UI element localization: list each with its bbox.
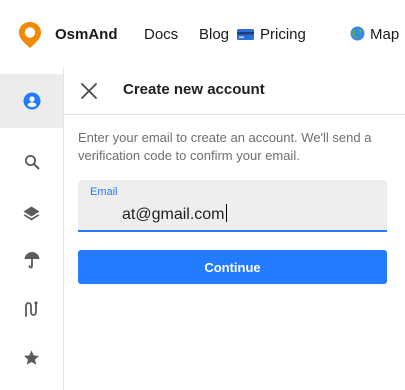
sidebar-item-layers[interactable] xyxy=(0,186,63,240)
osmand-logo-icon[interactable] xyxy=(18,21,42,49)
sidebar-item-search[interactable] xyxy=(0,135,63,189)
nav-link-blog[interactable]: Blog xyxy=(199,26,229,43)
search-icon xyxy=(24,155,39,170)
globe-icon xyxy=(350,26,365,41)
panel-header: Create new account xyxy=(64,68,405,115)
weather-icon xyxy=(24,252,39,269)
continue-button[interactable]: Continue xyxy=(78,250,387,284)
description-text: Enter your email to create an account. W… xyxy=(78,130,372,163)
left-sidebar xyxy=(0,68,64,390)
email-field[interactable]: Email at@gmail.com xyxy=(78,180,387,232)
close-icon[interactable] xyxy=(78,80,100,102)
nav-link-docs[interactable]: Docs xyxy=(144,26,178,43)
email-field-label: Email xyxy=(90,186,118,198)
credit-card-icon xyxy=(237,29,254,40)
text-caret xyxy=(225,204,227,222)
email-value: at@gmail.com xyxy=(122,206,225,223)
favorites-star-icon xyxy=(24,350,39,365)
brand-name[interactable]: OsmAnd xyxy=(55,26,118,43)
create-account-panel: Create new account Enter your email to c… xyxy=(64,68,405,390)
email-input[interactable]: at@gmail.com xyxy=(122,204,227,224)
sidebar-item-route[interactable] xyxy=(0,282,63,336)
nav-link-pricing[interactable]: Pricing xyxy=(237,26,306,43)
nav-link-map[interactable]: Map xyxy=(350,26,399,43)
top-navigation: OsmAnd Docs Blog Pricing Map xyxy=(0,0,405,68)
nav-link-map-label: Map xyxy=(370,26,400,43)
sidebar-item-favorites[interactable] xyxy=(0,331,63,385)
layers-icon xyxy=(23,206,40,220)
page-title: Create new account xyxy=(123,81,265,98)
nav-link-pricing-label: Pricing xyxy=(260,26,306,43)
account-icon xyxy=(23,92,40,110)
sidebar-item-account[interactable] xyxy=(0,74,63,128)
route-icon xyxy=(24,301,38,317)
sidebar-item-weather[interactable] xyxy=(0,233,63,287)
